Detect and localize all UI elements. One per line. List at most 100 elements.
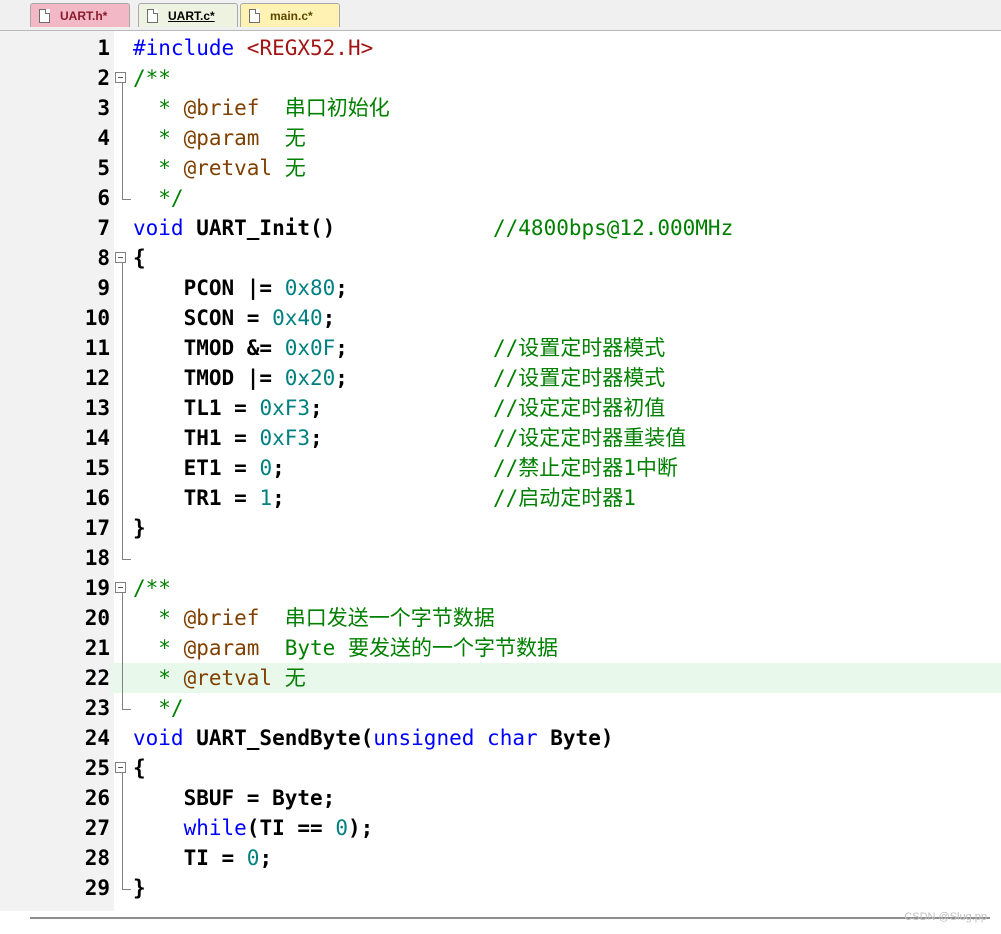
code-token: char xyxy=(487,726,538,750)
line-number: 10 xyxy=(84,306,110,330)
code-text: * @retval 无 xyxy=(133,663,305,693)
code-token: TL1 = xyxy=(133,396,260,420)
tab-uart-h[interactable]: UART.h* xyxy=(30,3,130,27)
code-line[interactable]: 27 while(TI == 0); xyxy=(0,813,1001,843)
code-token: @brief xyxy=(183,96,260,120)
code-line[interactable]: 5 * @retval 无 xyxy=(0,153,1001,183)
fold-end-marker xyxy=(122,543,131,560)
code-text: } xyxy=(133,513,146,543)
code-line[interactable]: 3 * @brief 串口初始化 xyxy=(0,93,1001,123)
line-number: 28 xyxy=(84,846,110,870)
code-line[interactable]: 10 SCON = 0x40; xyxy=(0,303,1001,333)
code-line[interactable]: 26 SBUF = Byte; xyxy=(0,783,1001,813)
code-line[interactable]: 12 TMOD |= 0x20; //设置定时器模式 xyxy=(0,363,1001,393)
code-editor[interactable]: 1 #include <REGX52.H> 2 /** 3 * @brief 串口初始化… xyxy=(0,31,1001,911)
line-number: 29 xyxy=(84,876,110,900)
line-number: 2 xyxy=(97,66,110,90)
code-token: Byte) xyxy=(537,726,614,750)
code-line[interactable]: 1 #include <REGX52.H> xyxy=(0,33,1001,63)
code-token: ; xyxy=(310,396,323,420)
code-line[interactable]: 4 * @param 无 xyxy=(0,123,1001,153)
code-token: ; xyxy=(335,276,348,300)
fold-collapse-icon[interactable] xyxy=(115,762,126,773)
fold-collapse-icon[interactable] xyxy=(115,252,126,263)
file-tab-bar: UART.h* UART.c* main.c* xyxy=(0,0,1001,31)
code-token: SCON = xyxy=(133,306,273,330)
line-number: 18 xyxy=(84,546,110,570)
code-token: SBUF = Byte; xyxy=(133,786,336,810)
code-token: <REGX52.H> xyxy=(246,36,374,60)
code-token: Byte xyxy=(259,636,348,660)
code-token: TR1 = xyxy=(133,486,260,510)
line-number: 9 xyxy=(97,276,110,300)
code-line[interactable]: 23 */ xyxy=(0,693,1001,723)
line-number: 20 xyxy=(84,606,110,630)
code-token: ); xyxy=(347,816,374,840)
fold-collapse-icon[interactable] xyxy=(115,582,126,593)
code-line[interactable]: 2 /** xyxy=(0,63,1001,93)
code-token: */ xyxy=(133,186,184,210)
fold-collapse-icon[interactable] xyxy=(115,72,126,83)
code-text: /** xyxy=(133,63,171,93)
line-number: 14 xyxy=(84,426,110,450)
code-line[interactable]: 13 TL1 = 0xF3; //设定定时器初值 xyxy=(0,393,1001,423)
fold-end-marker xyxy=(122,183,131,200)
code-line[interactable]: 24 void UART_SendByte(unsigned char Byte) xyxy=(0,723,1001,753)
code-token: ; xyxy=(322,306,336,330)
code-line[interactable]: 8{ xyxy=(0,243,1001,273)
code-line[interactable]: 19 /** xyxy=(0,573,1001,603)
tab-main-c[interactable]: main.c* xyxy=(240,3,340,27)
code-token: @retval xyxy=(183,156,273,180)
line-number: 22 xyxy=(0,663,110,693)
line-number: 1 xyxy=(97,36,110,60)
code-token: 0 xyxy=(335,816,348,840)
fold-guide-line xyxy=(122,593,123,693)
inline-comment: //设置定时器模式 xyxy=(493,366,666,390)
tab-label: main.c* xyxy=(270,8,313,23)
code-line[interactable]: 17} xyxy=(0,513,1001,543)
line-number: 5 xyxy=(97,156,110,180)
code-line[interactable]: 28 TI = 0; xyxy=(0,843,1001,873)
code-token: TMOD |= xyxy=(133,366,285,390)
code-line[interactable]: 9 PCON |= 0x80; xyxy=(0,273,1001,303)
code-text: TMOD &= 0x0F; xyxy=(133,333,348,363)
code-token: ; xyxy=(272,456,285,480)
code-token: @param xyxy=(183,126,260,150)
code-text: */ xyxy=(133,183,184,213)
inline-comment: //启动定时器1 xyxy=(493,486,636,510)
code-token: 无 xyxy=(272,156,306,180)
code-token: TMOD &= xyxy=(133,336,285,360)
file-icon xyxy=(249,8,260,23)
horizontal-scrollbar[interactable] xyxy=(30,917,990,919)
code-line[interactable]: 6 */ xyxy=(0,183,1001,213)
line-number: 8 xyxy=(97,246,110,270)
code-text: void UART_SendByte(unsigned char Byte) xyxy=(133,723,613,753)
code-line[interactable]: 16 TR1 = 1; //启动定时器1 xyxy=(0,483,1001,513)
code-line[interactable]: 25 { xyxy=(0,753,1001,783)
code-line[interactable]: 22 * @retval 无 xyxy=(0,663,1001,693)
line-number: 27 xyxy=(84,816,110,840)
code-line[interactable]: 14 TH1 = 0xF3; //设定定时器重装值 xyxy=(0,423,1001,453)
code-line[interactable]: 20 * @brief 串口发送一个字节数据 xyxy=(0,603,1001,633)
code-line[interactable]: 15 ET1 = 0; //禁止定时器1中断 xyxy=(0,453,1001,483)
code-token: while xyxy=(183,816,247,840)
code-token: ET1 = xyxy=(133,456,260,480)
code-line[interactable]: 18 xyxy=(0,543,1001,573)
line-number: 11 xyxy=(84,336,110,360)
code-line[interactable]: 29} xyxy=(0,873,1001,903)
code-token: { xyxy=(133,246,146,270)
code-token: @brief xyxy=(183,606,260,630)
code-text: * @param Byte 要发送的一个字节数据 xyxy=(133,633,558,663)
line-number: 23 xyxy=(84,696,110,720)
code-token: #include xyxy=(133,36,247,60)
code-token: ; xyxy=(259,846,273,870)
code-token: * xyxy=(133,156,184,180)
code-line[interactable]: 21 * @param Byte 要发送的一个字节数据 xyxy=(0,633,1001,663)
code-token: } xyxy=(133,516,146,540)
tab-uart-c[interactable]: UART.c* xyxy=(138,3,238,27)
code-line[interactable]: 7 void UART_Init() //4800bps@12.000MHz xyxy=(0,213,1001,243)
code-token: /** xyxy=(133,576,171,600)
code-text: TH1 = 0xF3; xyxy=(133,423,323,453)
code-line[interactable]: 11 TMOD &= 0x0F; //设置定时器模式 xyxy=(0,333,1001,363)
code-token: UART_SendByte( xyxy=(183,726,374,750)
